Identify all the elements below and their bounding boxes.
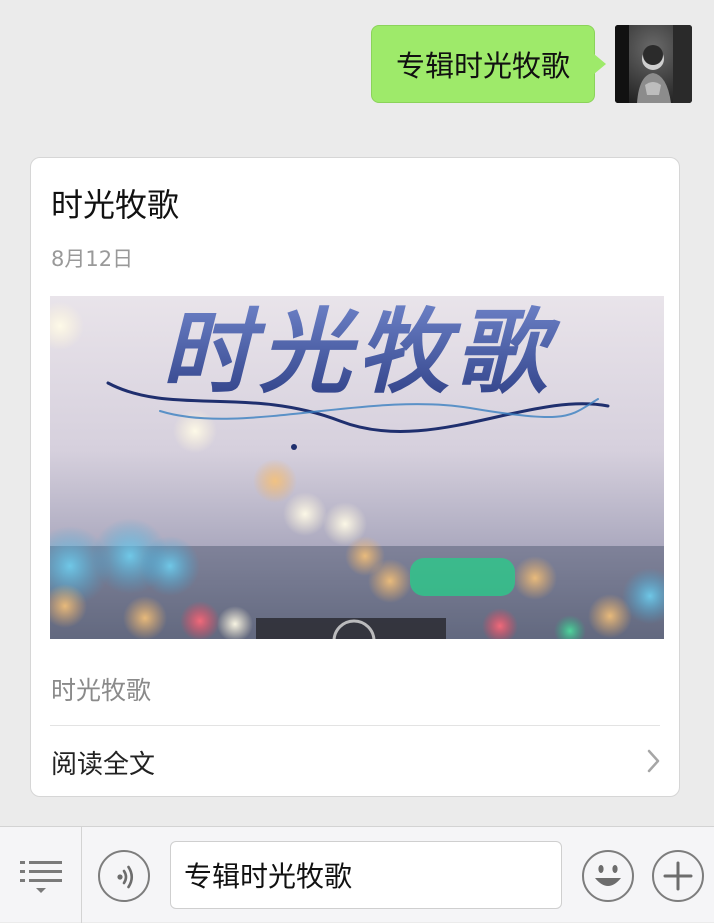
message-input[interactable] xyxy=(170,841,562,909)
emoji-button[interactable] xyxy=(582,850,634,902)
article-cover-image[interactable]: 时光牧歌 xyxy=(50,296,664,639)
emoji-icon xyxy=(595,865,621,886)
outgoing-message: 专辑时光牧歌 xyxy=(370,25,692,103)
chat-area: 专辑时光牧歌 时光牧歌 8月12日 时光牧歌 时光牧歌 阅读全文 xyxy=(0,0,714,826)
outgoing-message-text: 专辑时光牧歌 xyxy=(395,49,570,83)
outgoing-message-bubble[interactable]: 专辑时光牧歌 xyxy=(370,25,607,103)
plus-icon xyxy=(663,861,693,891)
chevron-right-icon xyxy=(647,749,660,773)
article-date: 8月12日 xyxy=(51,247,134,271)
menu-button[interactable] xyxy=(0,827,82,923)
voice-icon xyxy=(117,865,134,889)
article-title: 时光牧歌 xyxy=(51,186,180,224)
user-avatar[interactable] xyxy=(615,25,692,103)
menu-icon xyxy=(20,861,62,893)
read-full-article-link[interactable]: 阅读全文 xyxy=(31,726,679,798)
cover-title-text: 时光牧歌 xyxy=(161,298,561,406)
plus-button[interactable] xyxy=(652,850,704,902)
input-toolbar xyxy=(0,826,714,923)
article-card[interactable]: 时光牧歌 8月12日 时光牧歌 时光牧歌 阅读全文 xyxy=(30,157,680,797)
read-full-article-label: 阅读全文 xyxy=(51,750,156,780)
voice-button[interactable] xyxy=(98,850,150,902)
article-description: 时光牧歌 xyxy=(51,676,152,705)
